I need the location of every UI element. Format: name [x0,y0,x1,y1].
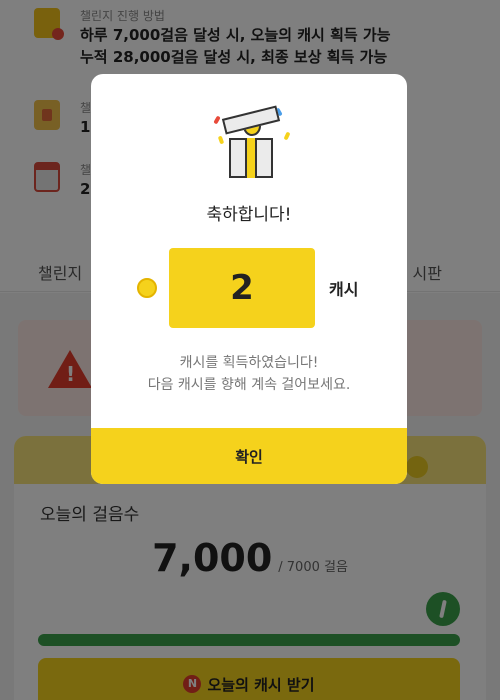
modal-message: 캐시를 획득하였습니다! 다음 캐시를 향해 계속 걸어보세요. [91,352,407,396]
coin-icon [137,278,157,298]
message-line: 다음 캐시를 향해 계속 걸어보세요. [147,377,351,393]
confirm-button[interactable]: 확인 [91,428,407,484]
cash-unit: 캐시 [329,280,359,299]
gift-icon [213,102,291,182]
message-line: 캐시를 획득하였습니다! [179,355,319,371]
modal-title: 축하합니다! [206,205,292,225]
cash-amount: 2 [169,248,315,328]
reward-modal: 축하합니다! 2 캐시 캐시를 획득하였습니다! 다음 캐시를 향해 계속 걸어… [91,74,407,484]
